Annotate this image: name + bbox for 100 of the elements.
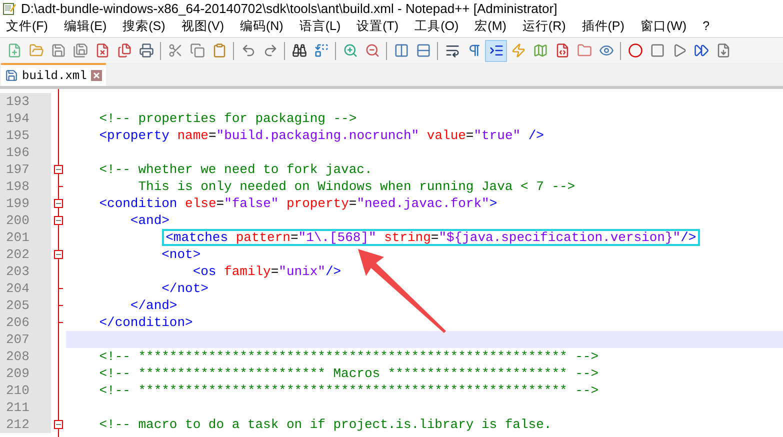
close-file-icon bbox=[94, 43, 110, 58]
fast-forward-icon bbox=[694, 43, 708, 58]
fold-minus-icon[interactable] bbox=[54, 165, 63, 174]
replace-icon bbox=[314, 43, 328, 58]
menu-item[interactable]: ? bbox=[702, 17, 710, 36]
save-icon bbox=[50, 43, 66, 58]
menu-item[interactable]: 文件(F) bbox=[6, 17, 48, 36]
code-token: "true" bbox=[474, 126, 521, 145]
line-number: 203 bbox=[0, 263, 51, 280]
code-token: /> bbox=[527, 126, 544, 145]
line-number: 196 bbox=[0, 144, 51, 161]
line-number: 200 bbox=[0, 212, 51, 229]
code-token: "false" bbox=[224, 194, 279, 213]
close-all-icon bbox=[116, 43, 132, 58]
code-token: family bbox=[223, 262, 271, 281]
line-number: 193 bbox=[0, 93, 51, 110]
code-token: "1\.[568]" bbox=[298, 230, 376, 245]
line-number: 202 bbox=[0, 246, 51, 263]
code-token: <!-- ******************************************************* --> bbox=[99, 348, 598, 366]
fold-minus-icon[interactable] bbox=[54, 216, 63, 225]
line-number: 204 bbox=[0, 280, 51, 297]
menu-item[interactable]: 编辑(E) bbox=[64, 17, 107, 36]
line-number: 212 bbox=[0, 416, 51, 433]
paste-icon bbox=[212, 43, 226, 58]
line-number: 211 bbox=[0, 399, 51, 416]
code-token: name bbox=[176, 126, 208, 145]
fold-minus-icon[interactable] bbox=[54, 199, 63, 208]
eye-icon bbox=[598, 43, 614, 58]
scissors-icon bbox=[168, 43, 182, 58]
code-token: <!-- properties for packaging --> bbox=[99, 110, 357, 128]
fold-minus-icon[interactable] bbox=[54, 250, 63, 259]
line-number: 210 bbox=[0, 382, 51, 399]
pilcrow-icon bbox=[466, 43, 482, 58]
record-icon bbox=[628, 43, 642, 58]
menu-item[interactable]: 搜索(S) bbox=[122, 17, 166, 36]
code-token: pattern bbox=[234, 230, 290, 245]
save-macro-icon bbox=[716, 43, 730, 58]
code-token: <!-- ******************************************************* --> bbox=[99, 382, 598, 400]
code-token: <!-- macro to do a task on if project.is.library is false. bbox=[99, 416, 552, 434]
menu-item[interactable]: 视图(V) bbox=[181, 17, 224, 36]
copy-icon bbox=[190, 43, 204, 58]
play-icon bbox=[672, 43, 686, 58]
line-number: 205 bbox=[0, 297, 51, 314]
menu-item[interactable]: 运行(R) bbox=[522, 17, 566, 36]
line-number: 198 bbox=[0, 178, 51, 195]
code-token: > bbox=[489, 194, 498, 213]
code-token: = bbox=[216, 194, 224, 213]
function-list-icon bbox=[554, 43, 570, 58]
code-token: property bbox=[285, 194, 349, 213]
code-token: This is only needed on Windows when running Java < 7 --> bbox=[138, 178, 576, 196]
binoculars-icon bbox=[292, 43, 306, 58]
word-wrap-icon bbox=[444, 43, 460, 58]
menu-item[interactable]: 宏(M) bbox=[474, 17, 506, 36]
undo-icon bbox=[240, 43, 256, 58]
code-token: "build.packaging.nocrunch" bbox=[216, 126, 420, 145]
code-token: = bbox=[208, 126, 216, 145]
close-icon[interactable] bbox=[90, 70, 102, 81]
code-token: "unix" bbox=[278, 262, 326, 281]
code-token: "${java.specification.version}" bbox=[438, 230, 681, 245]
code-token: = bbox=[348, 194, 357, 213]
line-number: 209 bbox=[0, 365, 51, 382]
fold-minus-icon[interactable] bbox=[54, 420, 63, 429]
code-token: <!-- ************************ Macros *********************** --> bbox=[99, 364, 598, 383]
redo-icon bbox=[262, 43, 278, 58]
window-title: D:\adt-bundle-windows-x86_64-20140702\sdk\tools\ant\build.xml - Notepad++ [Administrator] bbox=[21, 2, 558, 14]
line-number: 207 bbox=[0, 331, 51, 348]
zoom-in-icon bbox=[342, 43, 358, 58]
menu-item[interactable]: 编码(N) bbox=[240, 17, 284, 36]
menu-item[interactable]: 插件(P) bbox=[582, 17, 624, 36]
stop-icon bbox=[650, 43, 664, 58]
line-number: 194 bbox=[0, 110, 51, 127]
code-token: else bbox=[184, 194, 216, 213]
code-token: <!-- whether we need to fork javac. bbox=[99, 160, 372, 179]
menu-item[interactable]: 设置(T) bbox=[356, 17, 399, 36]
code-token: <not> bbox=[162, 246, 201, 264]
line-number: 208 bbox=[0, 348, 51, 365]
code-token: <os bbox=[192, 262, 216, 281]
line-number: 199 bbox=[0, 195, 51, 212]
indent-guide-button[interactable] bbox=[485, 40, 507, 62]
line-number: 206 bbox=[0, 314, 51, 331]
file-tab[interactable]: build.xml bbox=[1, 63, 106, 86]
code-token: value bbox=[426, 126, 466, 145]
printer-icon bbox=[138, 43, 154, 58]
code-token: = bbox=[466, 126, 474, 145]
menu-item[interactable]: 窗口(W) bbox=[640, 17, 687, 36]
lightning-icon bbox=[510, 43, 526, 58]
indent-guide-icon bbox=[488, 43, 504, 58]
code-token: /> bbox=[680, 230, 696, 245]
code-token: <and> bbox=[130, 212, 170, 230]
menu-item[interactable]: 工具(O) bbox=[414, 17, 459, 36]
folder-icon bbox=[576, 43, 592, 58]
map-icon bbox=[532, 43, 548, 58]
save-all-icon bbox=[72, 43, 88, 58]
menu-item[interactable]: 语言(L) bbox=[299, 17, 341, 36]
code-token: = bbox=[290, 230, 298, 245]
code-token: <condition bbox=[99, 194, 178, 213]
code-token: </and> bbox=[130, 296, 178, 315]
new-file-icon bbox=[6, 43, 22, 58]
code-token: <property bbox=[99, 126, 170, 145]
code-token: </not> bbox=[162, 280, 208, 298]
